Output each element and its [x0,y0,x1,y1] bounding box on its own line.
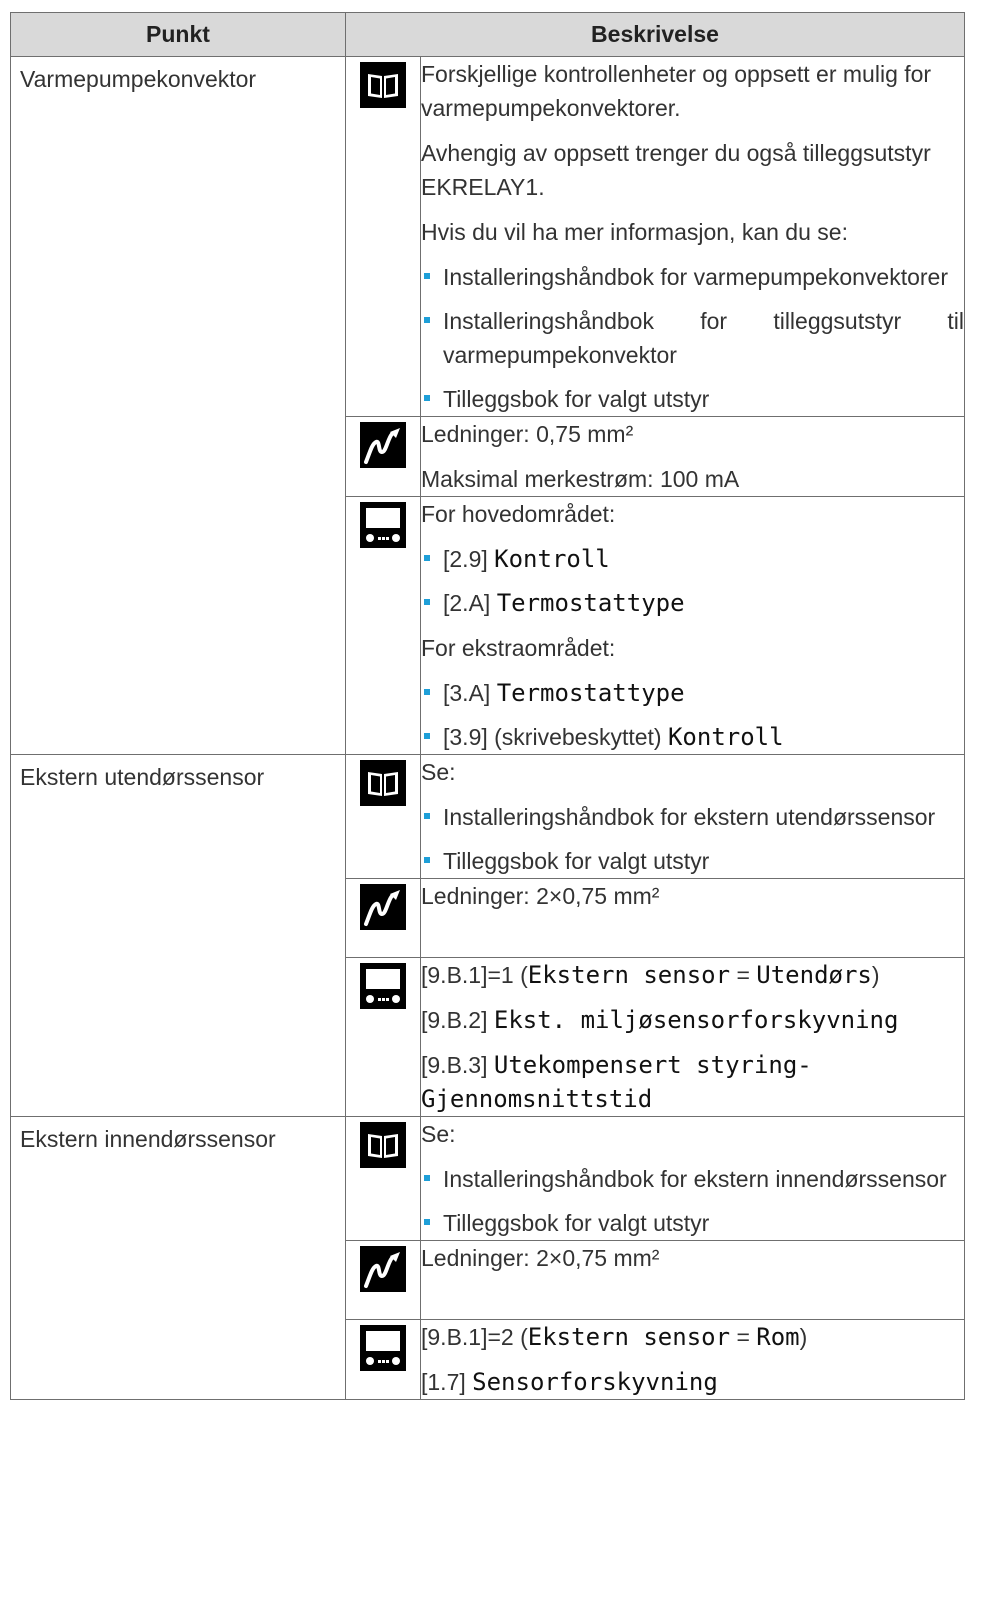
list-item: Tilleggsbok for valgt utstyr [421,1206,964,1240]
wire-icon [360,422,406,468]
column-header-punkt: Punkt [10,12,346,57]
list-item: [2.9] Kontroll [421,542,964,576]
list-item: Installeringshåndbok for tilleggsutstyr … [421,304,964,372]
item-name: Varmepumpekonvektor [20,66,257,92]
description-cell: Ledninger: 2×0,75 mm² [420,1240,965,1320]
book-icon [360,1122,406,1168]
table-row: Varmepumpekonvektor Forskjellige kontrol… [10,56,965,755]
wire-icon [360,1246,406,1292]
list-item: Installeringshåndbok for ekstern innendø… [421,1162,964,1196]
list-item: Tilleggsbok for valgt utstyr [421,844,964,878]
item-cell: Ekstern innendørssensor [10,1116,346,1400]
description-cell: Ledninger: 0,75 mm² Maksimal merkestrøm:… [420,416,965,497]
table-row: Ekstern innendørssensor Se: Installering… [10,1116,965,1400]
list-item: [2.A] Termostattype [421,586,964,620]
list-item: Installeringshåndbok for varmepumpekonve… [421,260,964,294]
list-item: [3.A] Termostattype [421,676,964,710]
item-cell: Varmepumpekonvektor [10,56,346,755]
user-interface-icon [360,963,406,1009]
description-cell: Forskjellige kontrollenheter og oppsett … [420,56,965,417]
item-name: Ekstern innendørssensor [20,1126,276,1152]
description-cell: [9.B.1]=1 (Ekstern sensor = Utendørs) [9… [420,957,965,1117]
table-row: Ekstern utendørssensor Se: Installerings… [10,754,965,1117]
user-interface-icon [360,1325,406,1371]
item-name: Ekstern utendørssensor [20,764,265,790]
list-item: [3.9] (skrivebeskyttet) Kontroll [421,720,964,754]
table-header-row: Punkt Beskrivelse [10,12,965,57]
list-item: Installeringshåndbok for ekstern utendør… [421,800,964,834]
specification-table: Punkt Beskrivelse Varmepumpekonvektor Fo… [10,12,965,1400]
description-cell: [9.B.1]=2 (Ekstern sensor = Rom) [1.7] S… [420,1319,965,1400]
description-cell: Se: Installeringshåndbok for ekstern inn… [420,1116,965,1241]
book-icon [360,62,406,108]
description-cell: Se: Installeringshåndbok for ekstern ute… [420,754,965,879]
wire-icon [360,884,406,930]
list-item: Tilleggsbok for valgt utstyr [421,382,964,416]
book-icon [360,760,406,806]
column-header-beskrivelse: Beskrivelse [345,12,965,57]
description-cell: For hovedområdet: [2.9] Kontroll [2.A] T… [420,496,965,755]
item-cell: Ekstern utendørssensor [10,754,346,1117]
description-cell: Ledninger: 2×0,75 mm² [420,878,965,958]
user-interface-icon [360,502,406,548]
